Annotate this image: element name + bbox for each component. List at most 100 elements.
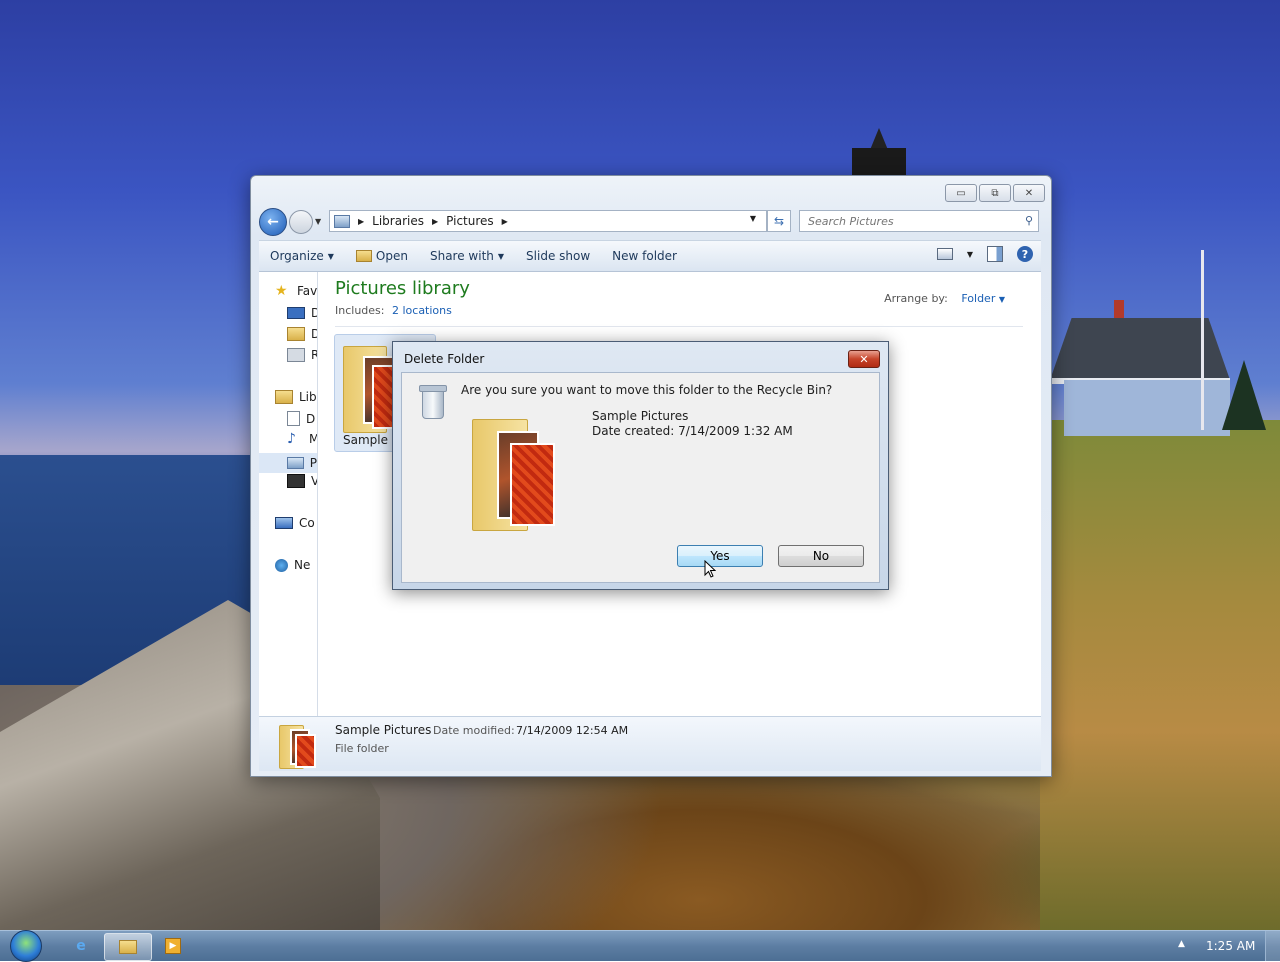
- search-box[interactable]: ⚲: [799, 210, 1039, 232]
- minimize-button[interactable]: ▭: [945, 184, 977, 202]
- taskbar-internet-explorer[interactable]: e: [58, 933, 104, 959]
- sidebar-item-label: M: [309, 432, 317, 446]
- chevron-down-icon: ▼: [327, 251, 334, 261]
- show-hidden-icons-icon[interactable]: ▲: [1178, 939, 1185, 949]
- no-button[interactable]: No: [778, 545, 864, 567]
- documents-icon: [287, 411, 300, 426]
- preview-pane-icon[interactable]: [987, 246, 1003, 262]
- help-icon[interactable]: ?: [1017, 246, 1033, 262]
- chevron-down-icon: ▼: [998, 295, 1005, 304]
- search-input[interactable]: [806, 213, 1020, 229]
- slide-show-label: Slide show: [526, 249, 591, 263]
- recent-pages-dropdown[interactable]: ▼: [315, 217, 321, 226]
- media-player-icon: ▶: [165, 938, 181, 954]
- arrange-by-label: Arrange by:: [884, 292, 948, 305]
- wallpaper-lighthouse: [848, 128, 910, 178]
- sidebar-item-documents[interactable]: D: [287, 411, 315, 426]
- wallpaper-flagpole: [1201, 250, 1204, 430]
- folder-icon: [472, 409, 562, 531]
- organize-button[interactable]: Organize ▼: [259, 241, 345, 271]
- sidebar-item-label: D: [311, 306, 317, 320]
- address-bar[interactable]: ▶ Libraries ▶ Pictures ▶ ▼: [329, 210, 767, 232]
- details-modified-value: 7/14/2009 12:54 AM: [516, 724, 629, 737]
- dialog-title: Delete Folder: [404, 352, 485, 366]
- taskbar: e ▶ ▲ 1:25 AM: [0, 930, 1280, 962]
- sidebar-item-pictures[interactable]: P: [259, 453, 317, 473]
- show-desktop-button[interactable]: [1265, 931, 1280, 961]
- includes-label: Includes:: [335, 304, 385, 317]
- start-button[interactable]: [6, 930, 46, 962]
- wallpaper-land: [1040, 420, 1280, 940]
- breadcrumb-arrow-icon[interactable]: ▶: [502, 217, 508, 226]
- new-folder-button[interactable]: New folder: [601, 241, 688, 271]
- folder-date-created: Date created: 7/14/2009 1:32 AM: [592, 424, 793, 438]
- arrange-by-dropdown[interactable]: Folder ▼: [961, 292, 1005, 305]
- sidebar-item-label: D: [311, 327, 317, 341]
- arrange-by-value: Folder: [961, 292, 996, 305]
- search-icon[interactable]: ⚲: [1025, 214, 1033, 227]
- back-arrow-icon: ←: [267, 214, 279, 230]
- libraries-icon: [275, 390, 293, 404]
- sidebar-item-libraries[interactable]: Lib: [275, 390, 317, 404]
- breadcrumb-arrow-icon[interactable]: ▶: [432, 217, 438, 226]
- sidebar-item-music[interactable]: ♪ M: [287, 432, 317, 446]
- confirm-question: Are you sure you want to move this folde…: [461, 383, 833, 397]
- star-icon: ★: [275, 283, 288, 299]
- back-button[interactable]: ←: [259, 208, 287, 236]
- change-view-icon[interactable]: [936, 248, 953, 260]
- network-icon: [275, 558, 288, 572]
- details-type: File folder: [335, 742, 389, 755]
- sidebar-item-recent-places[interactable]: R: [287, 348, 317, 362]
- address-dropdown-icon[interactable]: ▼: [750, 214, 756, 223]
- sidebar-item-label: Ne: [294, 558, 311, 572]
- mouse-cursor-icon: [704, 560, 716, 578]
- delete-folder-dialog: Delete Folder ✕ Are you sure you want to…: [392, 341, 889, 590]
- open-label: Open: [375, 249, 408, 263]
- yes-button[interactable]: Yes: [677, 545, 763, 567]
- close-icon: ✕: [859, 352, 869, 366]
- folder-icon: [279, 721, 317, 769]
- library-icon: [334, 214, 350, 228]
- sidebar-item-videos[interactable]: V: [287, 474, 317, 488]
- dialog-close-button[interactable]: ✕: [848, 350, 880, 368]
- system-clock[interactable]: 1:25 AM: [1206, 939, 1255, 953]
- navigation-bar: ← ▼ ▶ Libraries ▶ Pictures ▶ ▼ ⇆ ⚲: [259, 208, 1043, 236]
- breadcrumb-libraries[interactable]: Libraries: [372, 214, 424, 228]
- pictures-icon: [287, 457, 304, 469]
- navigation-pane: ★ Fav D D R Lib D ♪ M P: [259, 272, 318, 716]
- library-includes: Includes: 2 locations: [335, 304, 452, 317]
- sidebar-item-label: D: [306, 411, 316, 426]
- videos-icon: [287, 474, 305, 488]
- desktop-icon: [287, 307, 305, 319]
- computer-icon: [275, 517, 293, 529]
- refresh-button[interactable]: ⇆: [767, 210, 791, 232]
- downloads-folder-icon: [287, 327, 305, 341]
- windows-logo-icon: [10, 930, 42, 962]
- command-bar: Organize ▼ Open Share with ▼ Slide show …: [259, 240, 1041, 272]
- sidebar-item-downloads[interactable]: D: [287, 327, 317, 341]
- slide-show-button[interactable]: Slide show: [515, 241, 601, 271]
- breadcrumb-pictures[interactable]: Pictures: [446, 214, 494, 228]
- details-name: Sample Pictures: [335, 723, 432, 737]
- locations-link[interactable]: 2 locations: [392, 304, 452, 317]
- chevron-down-icon[interactable]: ▼: [967, 250, 973, 259]
- sidebar-item-network[interactable]: Ne: [275, 558, 310, 572]
- forward-button[interactable]: [289, 210, 313, 234]
- sidebar-item-label: Co: [299, 516, 315, 530]
- sidebar-item-desktop[interactable]: D: [287, 306, 317, 320]
- organize-label: Organize: [270, 249, 324, 263]
- folder-name: Sample Pictures: [592, 409, 689, 423]
- toolbar-right-controls: ▼ ?: [936, 246, 1033, 262]
- taskbar-windows-explorer[interactable]: [104, 933, 152, 961]
- sidebar-item-favorites[interactable]: ★ Fav: [275, 284, 317, 298]
- share-with-button[interactable]: Share with ▼: [419, 241, 515, 271]
- taskbar-media-player[interactable]: ▶: [150, 933, 196, 959]
- breadcrumb-arrow-icon[interactable]: ▶: [358, 217, 364, 226]
- share-with-label: Share with: [429, 249, 494, 263]
- maximize-button[interactable]: ⧉: [979, 184, 1011, 202]
- folder-open-icon: [355, 250, 372, 262]
- close-button[interactable]: ✕: [1013, 184, 1045, 202]
- open-button[interactable]: Open: [345, 241, 419, 271]
- sidebar-item-computer[interactable]: Co: [275, 516, 315, 530]
- refresh-icon: ⇆: [773, 214, 785, 228]
